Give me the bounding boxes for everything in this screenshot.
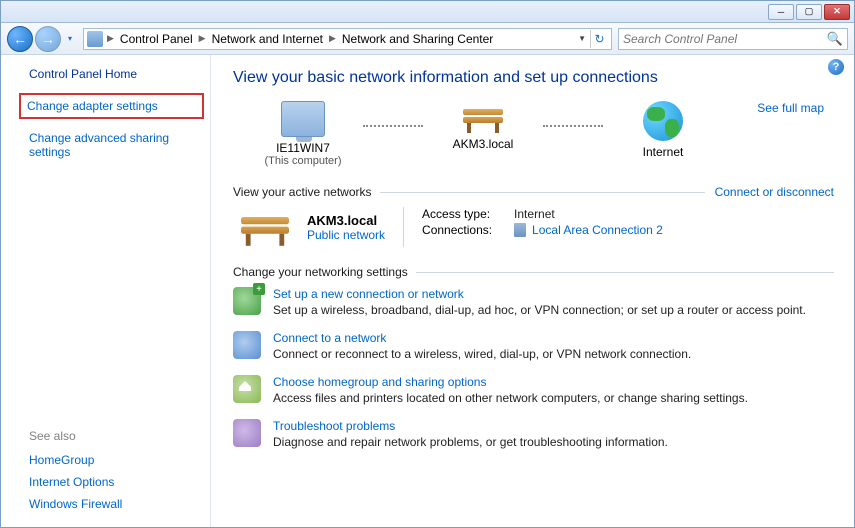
bench-icon [236,212,294,246]
map-connector [543,125,603,127]
task-desc: Connect or reconnect to a wireless, wire… [273,347,691,361]
content: ? View your basic network information an… [211,55,854,527]
task-troubleshoot: Troubleshoot problems Diagnose and repai… [233,419,834,449]
section-label: View your active networks [233,185,372,199]
page-title: View your basic network information and … [233,69,834,87]
task-connect-network: Connect to a network Connect or reconnec… [233,331,834,361]
sidebar: Control Panel Home Change adapter settin… [1,55,211,527]
bench-icon [459,105,507,133]
task-homegroup: Choose homegroup and sharing options Acc… [233,375,834,405]
control-panel-icon [87,31,103,47]
network-map: See full map IE11WIN7 (This computer) AK… [243,101,834,167]
globe-icon [643,101,683,141]
maximize-button[interactable]: ▢ [796,4,822,20]
connection-name: Local Area Connection 2 [532,223,663,237]
connect-network-icon [233,331,261,359]
back-button[interactable]: ← [7,26,33,52]
chevron-right-icon[interactable]: ▶ [327,33,338,44]
adapter-icon [514,223,526,237]
close-button[interactable]: ✕ [824,4,850,20]
map-node-this-computer[interactable]: IE11WIN7 (This computer) [243,101,363,167]
navbar: ← → ▾ ▶ Control Panel ▶ Network and Inte… [1,23,854,55]
map-node-local-network[interactable]: AKM3.local [423,101,543,151]
homegroup-icon [233,375,261,403]
map-node-internet[interactable]: Internet [603,101,723,159]
help-icon[interactable]: ? [828,59,844,75]
breadcrumb-item[interactable]: Control Panel [116,32,197,46]
map-node-label: AKM3.local [453,137,514,151]
connection-link[interactable]: Local Area Connection 2 [514,223,663,237]
window: ─ ▢ ✕ ← → ▾ ▶ Control Panel ▶ Network an… [0,0,855,528]
search-box[interactable]: 🔍 [618,28,848,50]
map-node-label: IE11WIN7 [276,141,330,155]
change-settings-header: Change your networking settings [233,265,834,279]
connections-label: Connections: [422,223,500,237]
task-title-link[interactable]: Troubleshoot problems [273,419,668,433]
see-full-map-link[interactable]: See full map [757,101,824,115]
active-network-name: AKM3.local [307,213,385,228]
refresh-button[interactable]: ↻ [590,30,608,48]
body: Control Panel Home Change adapter settin… [1,55,854,527]
task-title-link[interactable]: Choose homegroup and sharing options [273,375,748,389]
breadcrumb-item[interactable]: Network and Sharing Center [338,32,497,46]
see-also-label: See also [29,429,194,443]
computer-icon [281,101,325,137]
map-connector [363,125,423,127]
task-title-link[interactable]: Connect to a network [273,331,691,345]
chevron-right-icon[interactable]: ▶ [105,33,116,44]
task-desc: Set up a wireless, broadband, dial-up, a… [273,303,806,317]
see-also-windows-firewall[interactable]: Windows Firewall [29,493,194,515]
see-also-internet-options[interactable]: Internet Options [29,471,194,493]
titlebar: ─ ▢ ✕ [1,1,854,23]
setup-connection-icon [233,287,261,315]
section-label: Change your networking settings [233,265,408,279]
search-input[interactable] [623,32,827,46]
access-type-value: Internet [514,207,555,221]
task-setup-connection: Set up a new connection or network Set u… [233,287,834,317]
change-advanced-sharing-link[interactable]: Change advanced sharing settings [29,127,194,163]
search-icon[interactable]: 🔍 [827,31,843,47]
forward-button[interactable]: → [35,26,61,52]
connect-disconnect-link[interactable]: Connect or disconnect [715,185,834,199]
task-desc: Diagnose and repair network problems, or… [273,435,668,449]
recent-locations-button[interactable]: ▾ [63,28,77,50]
minimize-button[interactable]: ─ [768,4,794,20]
address-dropdown-button[interactable]: ▼ [578,34,586,43]
chevron-right-icon[interactable]: ▶ [197,33,208,44]
see-also-homegroup[interactable]: HomeGroup [29,449,194,471]
task-title-link[interactable]: Set up a new connection or network [273,287,806,301]
map-node-sublabel: (This computer) [264,155,341,167]
map-node-label: Internet [643,145,684,159]
active-networks-header: View your active networks Connect or dis… [233,185,834,199]
change-adapter-settings-link[interactable]: Change adapter settings [19,93,204,119]
task-desc: Access files and printers located on oth… [273,391,748,405]
troubleshoot-icon [233,419,261,447]
access-type-label: Access type: [422,207,500,221]
active-network-type-link[interactable]: Public network [307,228,385,242]
address-bar[interactable]: ▶ Control Panel ▶ Network and Internet ▶… [83,28,612,50]
breadcrumb-item[interactable]: Network and Internet [208,32,327,46]
active-network-row: AKM3.local Public network Access type: I… [233,207,834,247]
control-panel-home-link[interactable]: Control Panel Home [29,67,194,81]
